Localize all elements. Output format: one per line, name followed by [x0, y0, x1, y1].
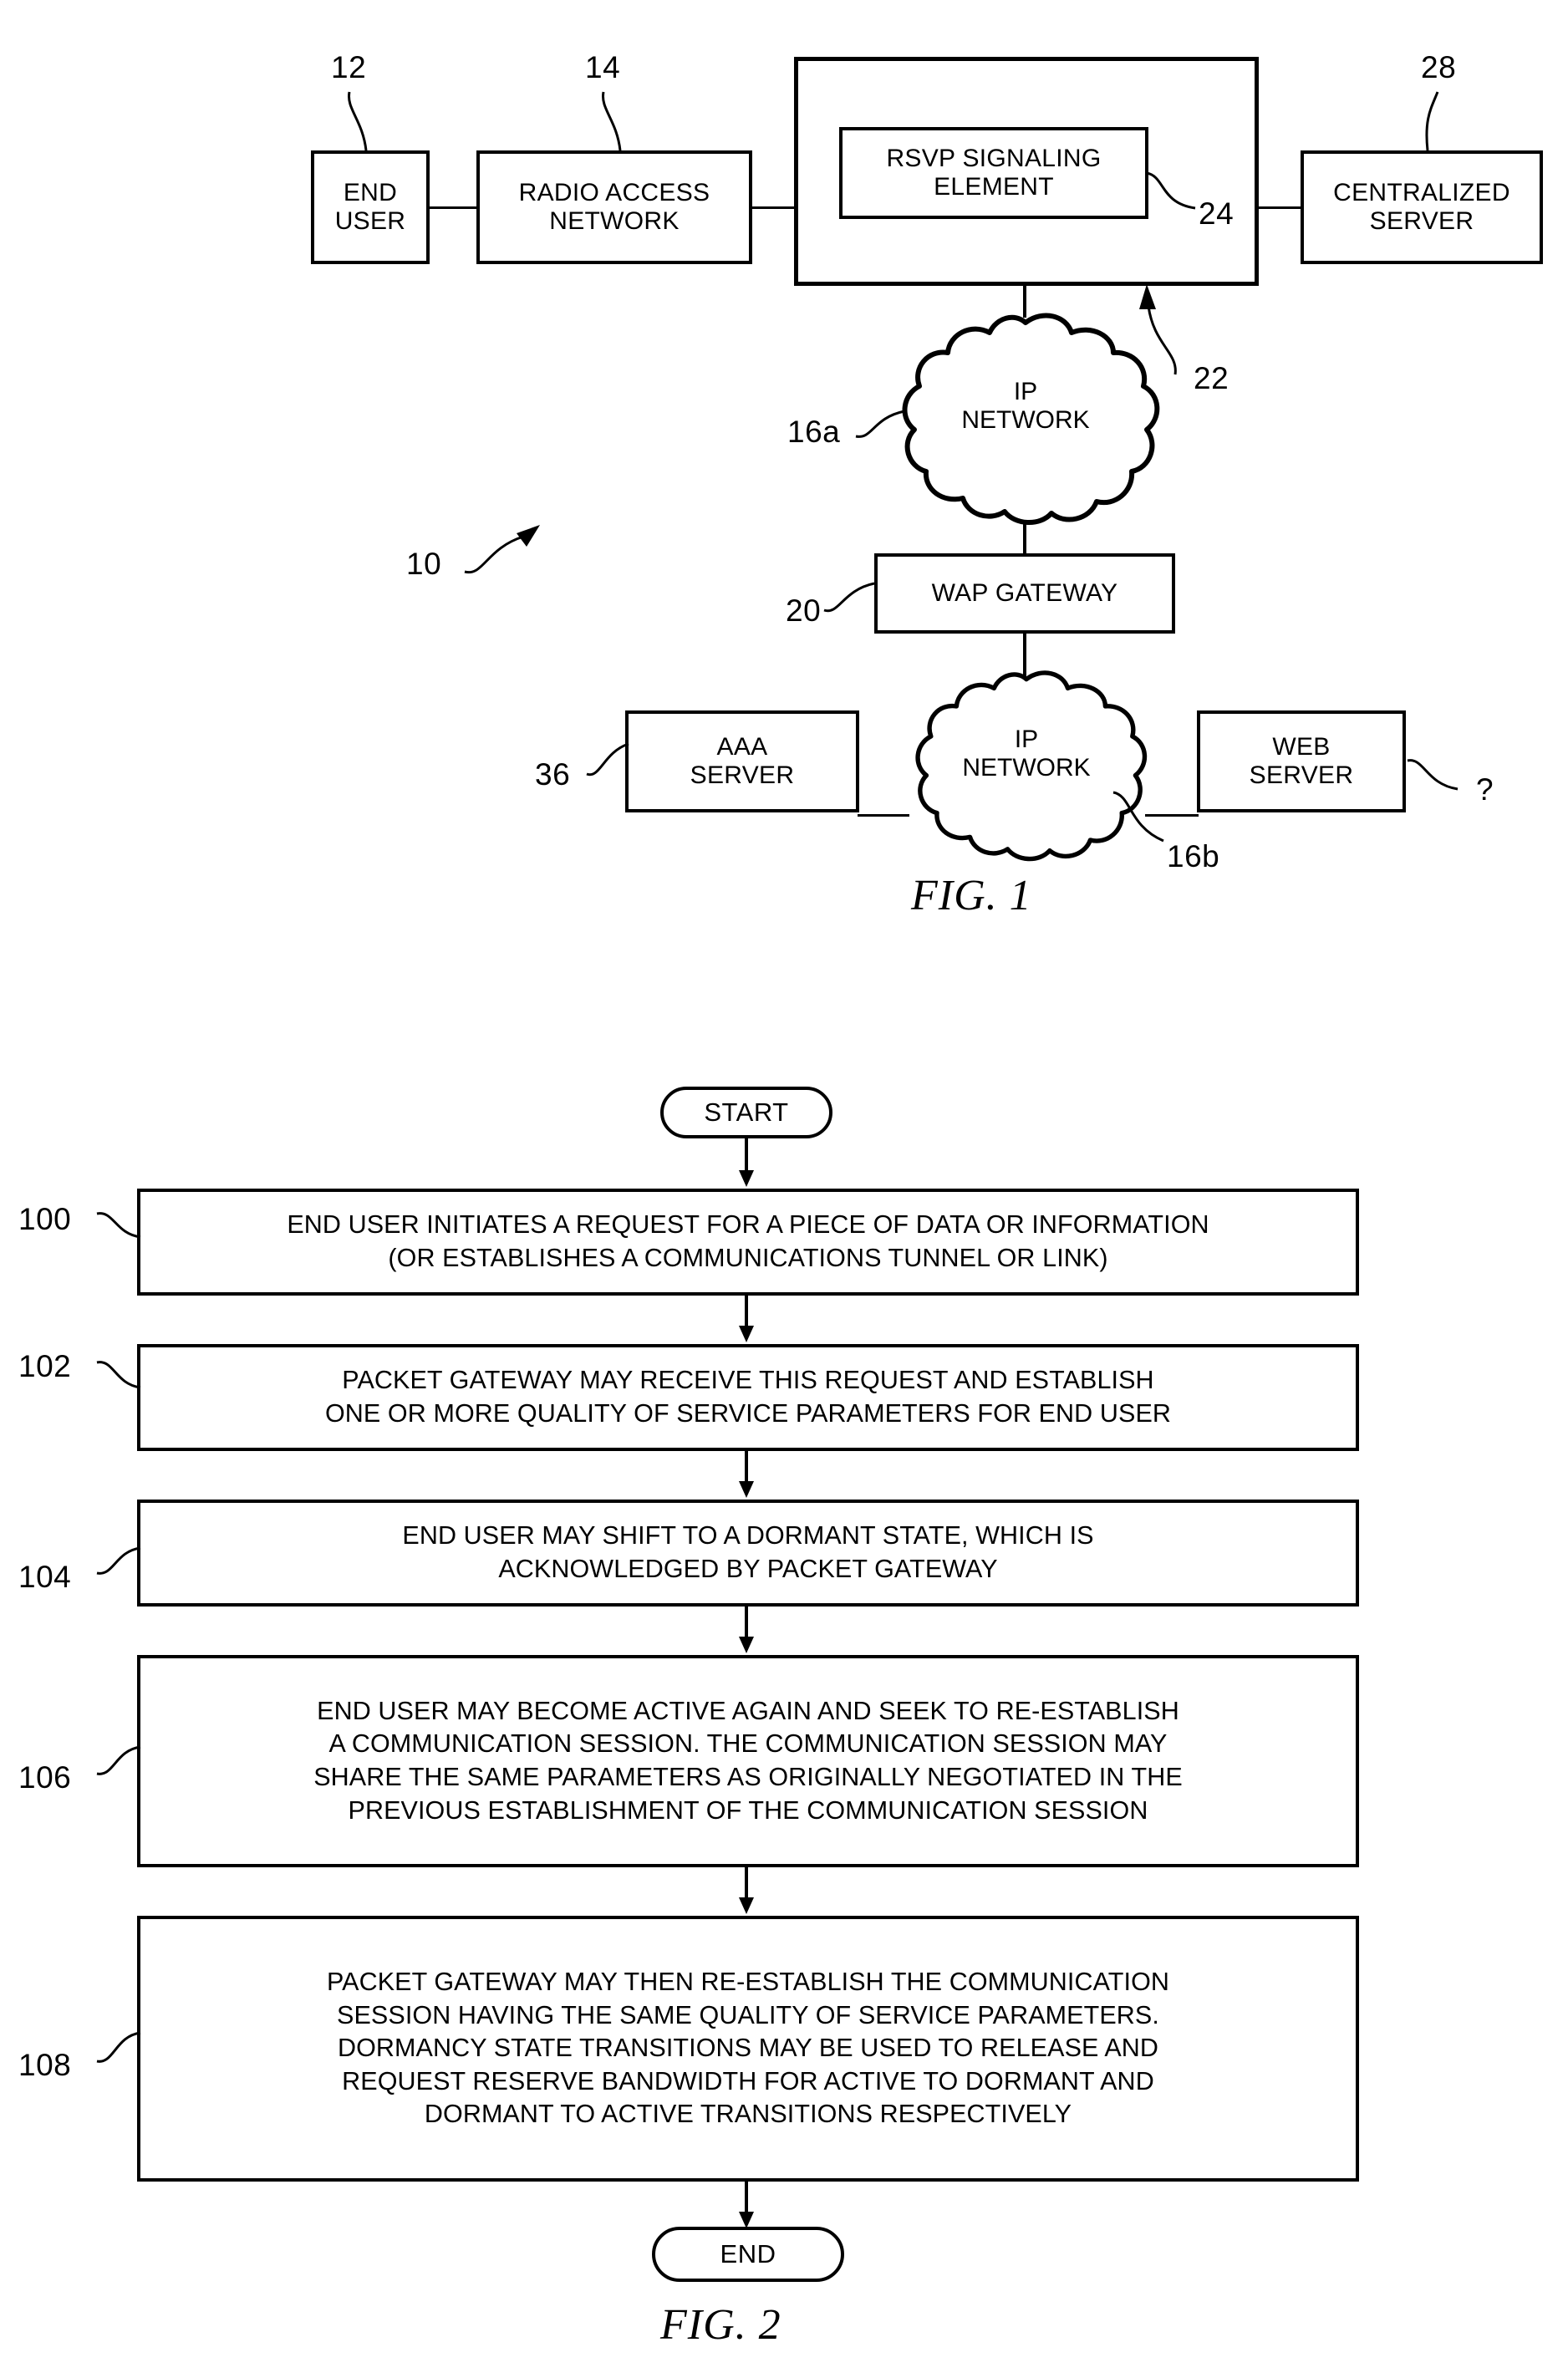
- flow-step-102[interactable]: PACKET GATEWAY MAY RECEIVE THIS REQUEST …: [137, 1344, 1359, 1451]
- leader-22-arrow: [1128, 281, 1187, 378]
- flow-step-104[interactable]: END USER MAY SHIFT TO A DORMANT STATE, W…: [137, 1500, 1359, 1607]
- flow-step-104-line-1: END USER MAY SHIFT TO A DORMANT STATE, W…: [402, 1521, 1094, 1551]
- flow-step-100-line-1: END USER INITIATES A REQUEST FOR A PIECE…: [287, 1210, 1209, 1240]
- ip-network-b-label: IP NETWORK: [901, 726, 1152, 782]
- flow-step-102-line-2: ONE OR MORE QUALITY OF SERVICE PARAMETER…: [324, 1399, 1172, 1428]
- link-enduser-ran: [430, 206, 476, 209]
- flow-step-106-line-4: PREVIOUS ESTABLISHMENT OF THE COMMUNICAT…: [348, 1795, 1148, 1825]
- rsvp-line-2: ELEMENT: [934, 173, 1054, 201]
- ref-16b: 16b: [1167, 839, 1220, 873]
- centralized-server-box[interactable]: CENTRALIZED SERVER: [1301, 150, 1543, 264]
- flow-step-108[interactable]: PACKET GATEWAY MAY THEN RE-ESTABLISH THE…: [137, 1916, 1359, 2182]
- ref-24: 24: [1199, 196, 1235, 231]
- ref-108: 108: [18, 2048, 72, 2082]
- flow-end-terminator[interactable]: END: [652, 2227, 844, 2282]
- flow-start-label: START: [704, 1097, 789, 1127]
- leader-108: [95, 2028, 142, 2066]
- flow-arrow-108-to-end: [736, 2182, 757, 2230]
- centralized-server-line-1: CENTRALIZED: [1333, 179, 1510, 207]
- centralized-server-line-2: SERVER: [1369, 207, 1474, 235]
- end-user-line-1: END: [343, 179, 398, 207]
- flow-end-label: END: [720, 2239, 776, 2269]
- flow-step-102-line-1: PACKET GATEWAY MAY RECEIVE THIS REQUEST …: [342, 1366, 1154, 1395]
- flow-step-108-line-3: DORMANCY STATE TRANSITIONS MAY BE USED T…: [337, 2034, 1159, 2063]
- aaa-server-box[interactable]: AAA SERVER: [625, 710, 859, 812]
- patent-drawing-sheet: PACKET GATEWAY RSVP SIGNALING ELEMENT EN…: [0, 0, 1568, 2378]
- leader-28: [1416, 90, 1466, 152]
- flow-step-108-line-4: REQUEST RESERVE BANDWIDTH FOR ACTIVE TO …: [342, 2066, 1154, 2095]
- figure2-caption: FIG. 2: [660, 2301, 781, 2349]
- flow-step-108-line-1: PACKET GATEWAY MAY THEN RE-ESTABLISH THE…: [326, 1967, 1170, 1996]
- flow-step-100[interactable]: END USER INITIATES A REQUEST FOR A PIECE…: [137, 1189, 1359, 1296]
- aaa-server-line-1: AAA: [716, 733, 768, 761]
- flow-arrow-start-to-100: [736, 1138, 757, 1189]
- ref-22: 22: [1194, 361, 1229, 395]
- rsvp-line-1: RSVP SIGNALING: [886, 145, 1102, 173]
- leader-24: [1145, 171, 1205, 222]
- leader-16a: [854, 400, 908, 441]
- figure1-caption: FIG. 1: [911, 872, 1032, 919]
- end-user-box[interactable]: END USER: [311, 150, 430, 264]
- ref-36: 36: [535, 757, 571, 792]
- flow-step-106-line-3: SHARE THE SAME PARAMETERS AS ORIGINALLY …: [313, 1763, 1183, 1791]
- flow-step-106[interactable]: END USER MAY BECOME ACTIVE AGAIN AND SEE…: [137, 1655, 1359, 1867]
- leader-106: [95, 1742, 142, 1779]
- flow-start-terminator[interactable]: START: [660, 1087, 832, 1138]
- web-server-line-2: SERVER: [1249, 761, 1354, 789]
- ref-104: 104: [18, 1560, 72, 1594]
- leader-102: [95, 1359, 142, 1394]
- flow-step-100-line-2: (OR ESTABLISHES A COMMUNICATIONS TUNNEL …: [388, 1244, 1108, 1272]
- link-ran-packetgateway: [752, 206, 799, 209]
- wap-gateway-label: WAP GATEWAY: [931, 579, 1118, 608]
- flow-step-106-line-2: A COMMUNICATION SESSION. THE COMMUNICATI…: [328, 1729, 1168, 1759]
- leader-12: [341, 90, 391, 152]
- flow-arrow-104-to-106: [736, 1607, 757, 1655]
- ip-network-a-label: IP NETWORK: [888, 378, 1163, 435]
- ip-network-a-line-2: NETWORK: [961, 406, 1090, 435]
- ref-14: 14: [585, 50, 621, 84]
- web-server-line-1: WEB: [1272, 733, 1331, 761]
- end-user-line-2: USER: [334, 207, 406, 235]
- flow-step-108-line-2: SESSION HAVING THE SAME QUALITY OF SERVI…: [337, 2000, 1159, 2029]
- rsvp-signaling-element-box[interactable]: RSVP SIGNALING ELEMENT: [839, 127, 1148, 219]
- leader-36: [585, 739, 632, 779]
- wap-gateway-box[interactable]: WAP GATEWAY: [874, 553, 1175, 634]
- leader-webserver-unknown: [1406, 757, 1461, 794]
- leader-104: [95, 1543, 142, 1578]
- ref-106: 106: [18, 1760, 72, 1795]
- leader-14: [595, 90, 645, 152]
- ref-10: 10: [406, 547, 442, 581]
- leader-100: [95, 1210, 142, 1244]
- ref-20: 20: [786, 593, 822, 628]
- web-server-box[interactable]: WEB SERVER: [1197, 710, 1406, 812]
- leader-10-arrow: [461, 520, 553, 587]
- ref-28: 28: [1421, 50, 1457, 84]
- ref-12: 12: [331, 50, 367, 84]
- ran-line-2: NETWORK: [549, 207, 680, 235]
- flow-step-106-line-1: END USER MAY BECOME ACTIVE AGAIN AND SEE…: [317, 1696, 1179, 1725]
- ip-network-b-line-2: NETWORK: [962, 754, 1091, 782]
- link-packetgateway-centralserver: [1254, 206, 1301, 209]
- ref-100: 100: [18, 1202, 72, 1236]
- ref-16a: 16a: [787, 415, 841, 449]
- flow-arrow-100-to-102: [736, 1296, 757, 1344]
- flow-step-104-line-2: ACKNOWLEDGED BY PACKET GATEWAY: [498, 1555, 998, 1583]
- ref-102: 102: [18, 1349, 72, 1383]
- ran-line-1: RADIO ACCESS: [518, 179, 710, 207]
- ip-network-a-line-1: IP: [1013, 378, 1038, 405]
- ref-web-server-unknown: ?: [1476, 772, 1494, 807]
- ip-network-b-line-1: IP: [1014, 726, 1039, 753]
- flow-arrow-106-to-108: [736, 1867, 757, 1916]
- aaa-server-line-2: SERVER: [690, 761, 795, 789]
- flow-arrow-102-to-104: [736, 1451, 757, 1500]
- flow-step-108-line-5: DORMANT TO ACTIVE TRANSITIONS RESPECTIVE…: [424, 2100, 1072, 2129]
- radio-access-network-box[interactable]: RADIO ACCESS NETWORK: [476, 150, 752, 264]
- leader-20: [822, 577, 878, 615]
